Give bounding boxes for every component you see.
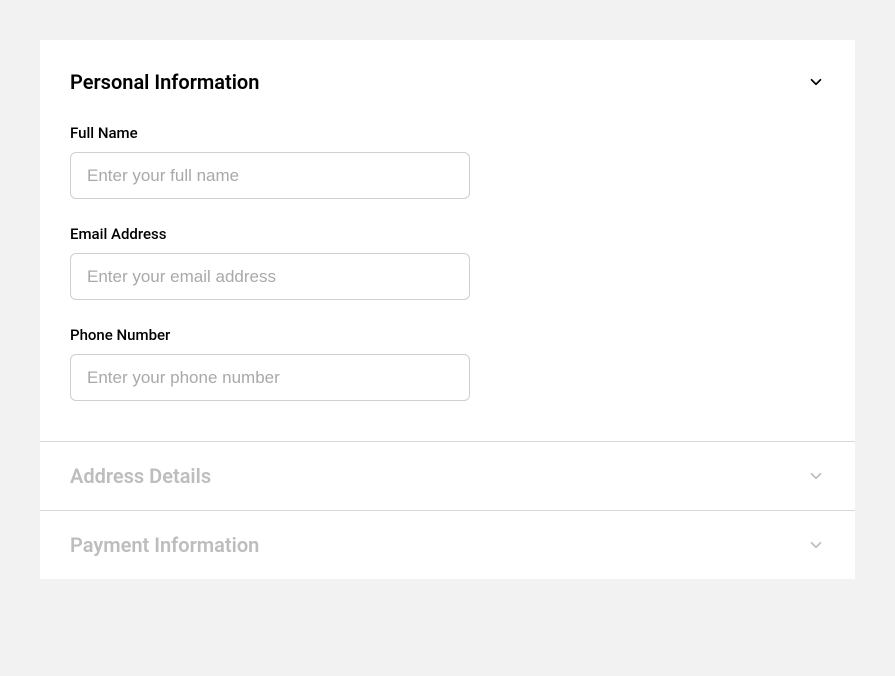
label-email: Email Address [70, 225, 825, 243]
field-email: Email Address [70, 225, 825, 300]
field-full-name: Full Name [70, 124, 825, 199]
section-title-personal: Personal Information [70, 70, 259, 94]
form-card: Personal Information Full Name Email Add… [40, 40, 855, 579]
field-phone: Phone Number [70, 326, 825, 401]
section-title-payment: Payment Information [70, 533, 259, 557]
chevron-down-icon [807, 536, 825, 554]
label-phone: Phone Number [70, 326, 825, 344]
input-phone[interactable] [70, 354, 470, 401]
section-body-personal: Full Name Email Address Phone Number [40, 104, 855, 441]
section-header-payment[interactable]: Payment Information [40, 510, 855, 579]
chevron-down-icon [807, 73, 825, 91]
chevron-down-icon [807, 467, 825, 485]
section-header-address[interactable]: Address Details [40, 441, 855, 510]
label-full-name: Full Name [70, 124, 825, 142]
input-email[interactable] [70, 253, 470, 300]
input-full-name[interactable] [70, 152, 470, 199]
section-header-personal[interactable]: Personal Information [40, 40, 855, 104]
section-title-address: Address Details [70, 464, 211, 488]
